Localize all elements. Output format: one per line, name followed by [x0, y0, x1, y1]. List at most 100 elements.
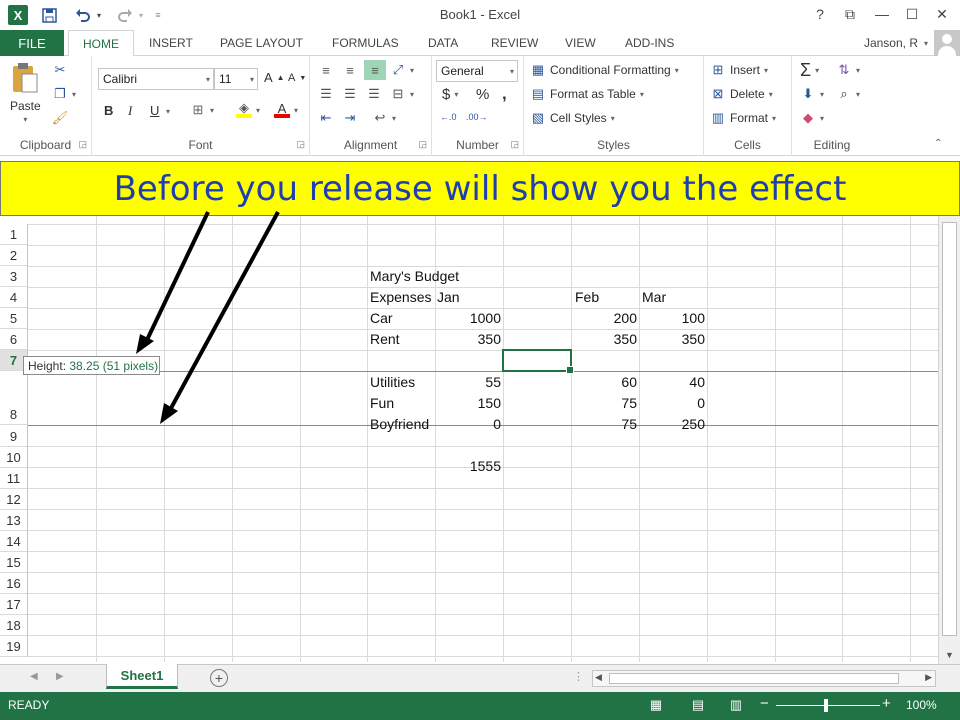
orientation-button[interactable]: ⤢ ▾ — [390, 62, 414, 78]
row-header-10[interactable]: 10 — [0, 447, 28, 468]
redo-dropdown-icon[interactable]: ▾ — [136, 5, 146, 25]
row-header-9[interactable]: 9 — [0, 425, 28, 447]
row-header-3[interactable]: 3 — [0, 266, 28, 287]
mar-value-cell[interactable]: 250 — [641, 414, 705, 435]
increase-indent-button[interactable]: ⇥ — [342, 110, 358, 126]
tab-split-handle-icon[interactable]: ⋮ — [573, 670, 584, 683]
feb-value-cell[interactable]: 350 — [573, 329, 637, 350]
bottom-align-button[interactable]: ≡ — [364, 60, 386, 80]
font-size-combo[interactable]: 11 ▾ — [214, 68, 258, 90]
customize-toolbar-icon[interactable]: ≡ — [152, 5, 164, 25]
row-header-19[interactable]: 19 — [0, 636, 28, 657]
expense-name-cell[interactable]: Utilities — [370, 372, 415, 393]
total-cell[interactable]: 1555 — [437, 456, 501, 477]
currency-button[interactable]: $ ▾ — [442, 86, 458, 103]
jan-value-cell[interactable]: 350 — [437, 329, 501, 350]
font-color-button[interactable]: A ▾ — [274, 101, 298, 118]
mar-value-cell[interactable]: 100 — [641, 308, 705, 329]
zoom-in-icon[interactable]: + — [882, 695, 891, 712]
mar-value-cell[interactable]: 40 — [641, 372, 705, 393]
prev-sheet-icon[interactable]: ◀ — [30, 671, 38, 682]
scroll-left-icon[interactable]: ◀ — [595, 672, 602, 683]
tab-view[interactable]: VIEW — [565, 30, 596, 56]
ribbon-display-options-button[interactable]: ⧉ — [836, 3, 864, 25]
page-layout-view-icon[interactable]: ▤ — [688, 696, 708, 714]
tab-review[interactable]: REVIEW — [491, 30, 538, 56]
active-cell-selection[interactable] — [502, 349, 574, 374]
zoom-slider[interactable] — [776, 705, 880, 706]
fill-button[interactable]: ⬇ ▾ — [800, 86, 824, 102]
conditional-formatting-button[interactable]: ▦ Conditional Formatting ▾ — [530, 62, 679, 78]
number-format-combo[interactable]: General ▾ — [436, 60, 518, 82]
merge-center-button[interactable]: ⊟ ▾ — [390, 86, 414, 102]
find-select-button[interactable]: ⌕ ▾ — [836, 86, 860, 102]
mar-value-cell[interactable]: 350 — [641, 329, 705, 350]
format-as-table-button[interactable]: ▤ Format as Table ▾ — [530, 86, 644, 102]
tab-file[interactable]: FILE — [0, 30, 64, 56]
row-header-2[interactable]: 2 — [0, 245, 28, 266]
jan-value-cell[interactable]: 55 — [437, 372, 501, 393]
bold-button[interactable]: B — [104, 103, 113, 118]
comma-button[interactable]: , — [502, 84, 507, 104]
font-name-combo[interactable]: Calibri ▾ — [98, 68, 214, 90]
row-header-11[interactable]: 11 — [0, 468, 28, 489]
maximize-button[interactable]: ☐ — [898, 3, 926, 25]
tab-page-layout[interactable]: PAGE LAYOUT — [220, 30, 303, 56]
row-header-6[interactable]: 6 — [0, 329, 28, 350]
expense-name-cell[interactable]: Fun — [370, 393, 394, 414]
row-header-1[interactable]: 1 — [0, 224, 28, 245]
decrease-decimal-button[interactable]: .00→ — [466, 112, 488, 122]
copy-button[interactable]: ❐ ▾ — [52, 86, 76, 102]
minimize-button[interactable]: — — [868, 3, 896, 25]
tab-data[interactable]: DATA — [428, 30, 458, 56]
increase-decimal-button[interactable]: ←.0 — [440, 112, 457, 122]
number-launcher-icon[interactable]: ◲ — [510, 139, 519, 150]
tab-add-ins[interactable]: ADD-INS — [625, 30, 674, 56]
sort-filter-button[interactable]: ⇅ ▾ — [836, 62, 860, 78]
user-account[interactable]: Janson, R ▾ — [864, 30, 960, 56]
font-launcher-icon[interactable]: ◲ — [296, 139, 305, 150]
zoom-level[interactable]: 100% — [906, 698, 937, 712]
normal-view-icon[interactable]: ▦ — [646, 696, 666, 714]
redo-icon[interactable] — [114, 5, 136, 25]
horizontal-scrollbar[interactable]: ◀ ▶ — [592, 670, 936, 687]
jan-value-cell[interactable]: 0 — [437, 414, 501, 435]
clipboard-launcher-icon[interactable]: ◲ — [78, 139, 87, 150]
tab-home[interactable]: HOME — [68, 30, 134, 57]
vertical-scroll-thumb[interactable] — [942, 222, 957, 636]
page-break-view-icon[interactable]: ▥ — [726, 696, 746, 714]
underline-dropdown-icon[interactable]: ▾ — [166, 107, 170, 116]
row-header-4[interactable]: 4 — [0, 287, 28, 308]
percent-button[interactable]: % — [476, 86, 489, 103]
mar-value-cell[interactable]: 0 — [641, 393, 705, 414]
fill-color-button[interactable]: ◈ ▾ — [236, 100, 260, 118]
paste-button[interactable]: Paste ▾ — [10, 62, 41, 124]
help-button[interactable]: ? — [806, 3, 834, 25]
expense-name-cell[interactable]: Car — [370, 308, 393, 329]
alignment-launcher-icon[interactable]: ◲ — [418, 139, 427, 150]
feb-value-cell[interactable]: 200 — [573, 308, 637, 329]
expense-name-cell[interactable]: Rent — [370, 329, 400, 350]
align-right-button[interactable]: ☰ — [366, 86, 382, 102]
horizontal-scroll-thumb[interactable] — [609, 673, 899, 684]
save-icon[interactable] — [38, 5, 60, 25]
align-left-button[interactable]: ☰ — [318, 86, 334, 102]
undo-icon[interactable] — [72, 5, 94, 25]
grow-font-button[interactable]: A ▲ — [264, 70, 285, 85]
feb-header-cell[interactable]: Feb — [575, 287, 599, 308]
zoom-slider-thumb[interactable] — [824, 699, 828, 712]
middle-align-button[interactable]: ≡ — [342, 62, 358, 78]
format-painter-button[interactable]: 🖌 — [52, 110, 69, 126]
row-header-16[interactable]: 16 — [0, 573, 28, 594]
jan-header-cell[interactable]: Jan — [437, 287, 460, 308]
jan-value-cell[interactable]: 1000 — [437, 308, 501, 329]
row-header-12[interactable]: 12 — [0, 489, 28, 510]
shrink-font-button[interactable]: A ▼ — [288, 72, 306, 84]
row-header-15[interactable]: 15 — [0, 552, 28, 573]
delete-cells-button[interactable]: ⊠ Delete ▾ — [710, 86, 773, 102]
collapse-ribbon-icon[interactable]: ⌃ — [934, 138, 942, 149]
cut-button[interactable]: ✂ — [52, 62, 68, 78]
borders-button[interactable]: ⊞ ▾ — [190, 102, 214, 118]
budget-title-cell[interactable]: Mary's Budget — [370, 266, 459, 287]
top-align-button[interactable]: ≡ — [318, 62, 334, 78]
